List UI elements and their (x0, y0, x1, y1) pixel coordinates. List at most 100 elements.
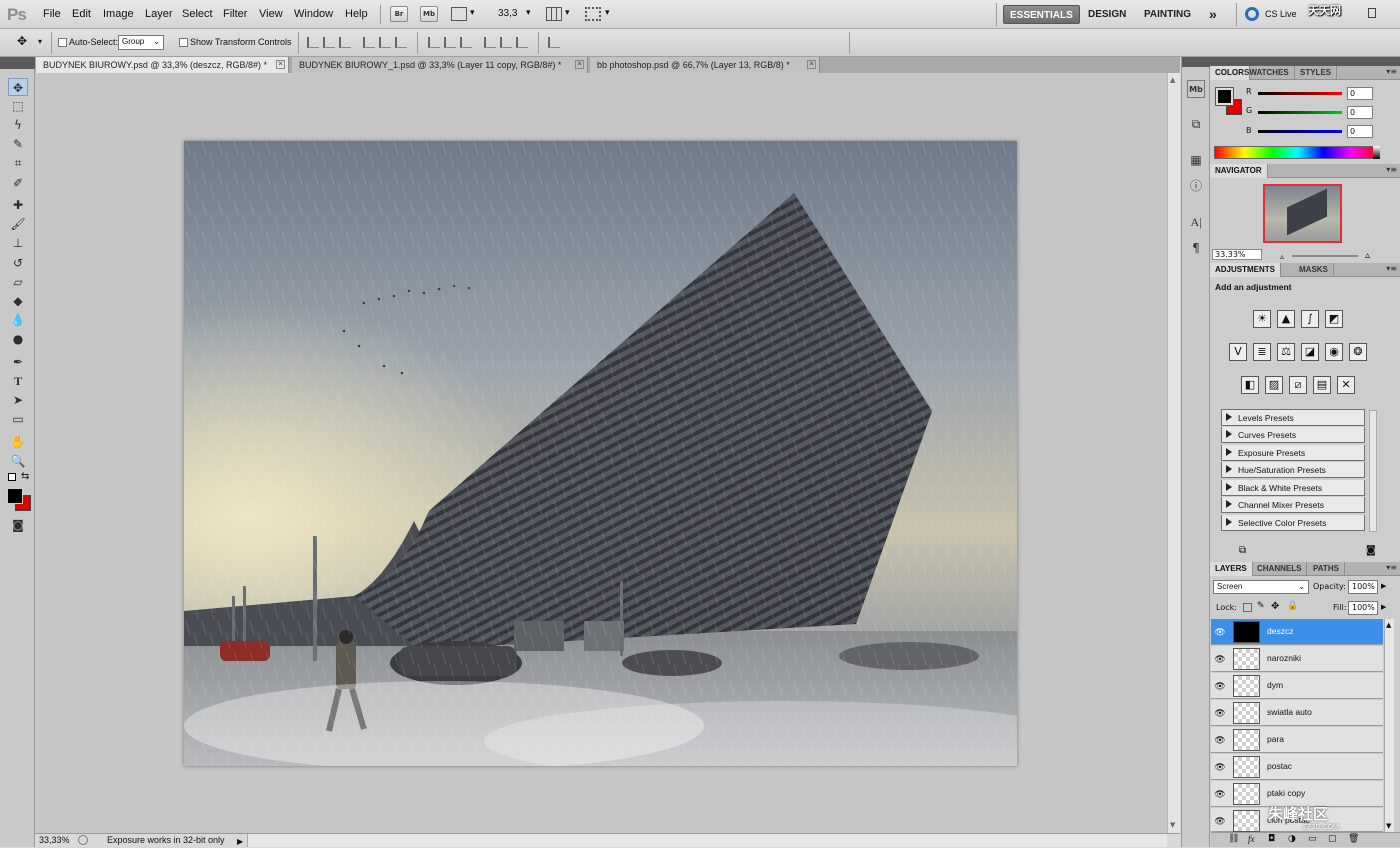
eye-icon[interactable]: 👁 (1214, 815, 1226, 827)
lock-image-icon[interactable]: ✎ (1257, 601, 1265, 611)
tab-paths[interactable]: PATHS (1308, 562, 1345, 576)
layer-row[interactable]: 👁 postac (1211, 754, 1383, 780)
blend-mode-dropdown[interactable]: Screen ⌄ (1213, 580, 1309, 594)
workspace-essentials[interactable]: ESSENTIALS (1003, 5, 1080, 24)
distribute-right-icon[interactable] (516, 37, 528, 48)
menu-window[interactable]: Window (294, 8, 333, 20)
layer-row[interactable]: 👁 dym (1211, 673, 1383, 699)
quick-mask-icon[interactable]: ◙ (8, 516, 28, 534)
channel-r-slider[interactable] (1258, 92, 1342, 95)
levels-icon[interactable]: ▲ (1277, 310, 1295, 328)
eye-icon[interactable]: 👁 (1214, 761, 1226, 773)
invert-icon[interactable]: ◧ (1241, 376, 1259, 394)
default-colors-icon[interactable] (8, 473, 16, 481)
workspace-design[interactable]: DESIGN (1082, 5, 1132, 24)
fill-arrow-icon[interactable]: ▶ (1381, 603, 1386, 611)
close-icon[interactable]: ✕ (575, 60, 584, 69)
vertical-scrollbar[interactable]: ▲ ▼ (1167, 73, 1180, 833)
show-transform-checkbox[interactable] (179, 38, 188, 47)
hand-tool-icon[interactable]: ✋ (8, 433, 28, 451)
lock-position-icon[interactable]: ✥ (1271, 601, 1279, 612)
zoom-tool-icon[interactable]: 🔍 (8, 452, 28, 470)
strip-header[interactable] (1182, 57, 1210, 67)
gradient-map-icon[interactable]: ▤ (1313, 376, 1331, 394)
swap-colors-icon[interactable]: ⇆ (21, 471, 29, 482)
path-selection-tool-icon[interactable]: ➤ (8, 391, 28, 409)
presets-scrollbar[interactable] (1369, 410, 1377, 532)
tab-navigator[interactable]: NAVIGATOR (1210, 164, 1268, 178)
healing-brush-tool-icon[interactable]: ✚ (8, 196, 28, 214)
link-layers-icon[interactable]: ⛓ (1228, 834, 1239, 844)
gradient-tool-icon[interactable]: ◆ (8, 292, 28, 310)
eye-icon[interactable]: 👁 (1214, 626, 1226, 638)
screen-mode-icon[interactable] (585, 7, 601, 21)
histogram-panel-icon[interactable]: ▦ (1187, 151, 1205, 169)
more-workspaces-icon[interactable]: » (1203, 5, 1223, 24)
color-spectrum-ramp[interactable] (1214, 146, 1380, 159)
preset-selective-color[interactable]: Selective Color Presets (1221, 515, 1365, 531)
distribute-vcenter-icon[interactable] (444, 37, 456, 48)
navigator-zoom-slider[interactable] (1292, 255, 1358, 257)
distribute-top-icon[interactable] (428, 37, 440, 48)
trash-icon[interactable]: 🗑 (1348, 834, 1359, 844)
blur-tool-icon[interactable]: 💧 (8, 311, 28, 329)
tab-masks[interactable]: MASKS (1294, 263, 1334, 277)
eye-icon[interactable]: 👁 (1214, 707, 1226, 719)
eye-icon[interactable]: 👁 (1214, 680, 1226, 692)
character-panel-icon[interactable]: A| (1187, 213, 1205, 231)
tab-bb-photoshop[interactable]: bb photoshop.psd @ 66,7% (Layer 13, RGB/… (590, 57, 820, 73)
new-adjustment-icon[interactable]: ◙ (1366, 545, 1376, 556)
hue-saturation-icon[interactable]: ≣ (1253, 343, 1271, 361)
fill-input[interactable]: 100% (1348, 601, 1378, 615)
align-left-icon[interactable] (363, 37, 375, 48)
history-brush-tool-icon[interactable]: ↺ (8, 254, 28, 272)
distribute-hcenter-icon[interactable] (500, 37, 512, 48)
brush-tool-icon[interactable]: 🖌 (8, 215, 28, 233)
align-hcenter-icon[interactable] (379, 37, 391, 48)
view-extras-icon[interactable] (451, 7, 467, 21)
color-fg-swatch[interactable] (1215, 87, 1234, 106)
cs-live-button[interactable]: CS Live (1265, 9, 1297, 19)
menu-help[interactable]: Help (345, 8, 368, 20)
tab-styles[interactable]: STYLES (1295, 66, 1338, 80)
new-layer-icon[interactable]: ▢ (1328, 834, 1337, 844)
move-tool-preset-icon[interactable]: ✥ (17, 34, 27, 48)
panel-menu-icon[interactable]: ▾≡ (1386, 67, 1397, 76)
tools-panel-header[interactable] (0, 57, 35, 69)
document-image[interactable] (184, 141, 1017, 766)
adjustment-layer-icon[interactable]: ◑ (1288, 834, 1296, 844)
eraser-tool-icon[interactable]: ▱ (8, 273, 28, 291)
panel-menu-icon[interactable]: ▾≡ (1386, 264, 1397, 273)
channel-r-input[interactable]: 0 (1347, 87, 1373, 100)
dodge-tool-icon[interactable]: ● (8, 330, 28, 348)
chevron-down-icon[interactable]: ▾ (470, 8, 475, 18)
status-zoom[interactable]: 33,33% (39, 834, 70, 847)
horizontal-scrollbar[interactable] (247, 834, 1167, 847)
eye-icon[interactable]: 👁 (1214, 788, 1226, 800)
navigator-thumbnail[interactable] (1263, 184, 1342, 243)
eyedropper-tool-icon[interactable]: ✐ (8, 174, 28, 192)
navigator-zoom-input[interactable]: 33.33% (1212, 249, 1262, 260)
scroll-down-icon[interactable]: ▼ (1170, 821, 1175, 829)
auto-select-checkbox[interactable] (58, 38, 67, 47)
clone-stamp-tool-icon[interactable]: ⊥ (8, 234, 28, 252)
add-mask-icon[interactable]: ◘ (1268, 834, 1275, 844)
opacity-arrow-icon[interactable]: ▶ (1381, 582, 1386, 590)
channel-b-slider[interactable] (1258, 130, 1342, 133)
menu-filter[interactable]: Filter (223, 8, 247, 20)
cs-live-icon[interactable] (1245, 7, 1259, 21)
layer-row[interactable]: 👁 para (1211, 727, 1383, 753)
history-panel-icon[interactable]: ⧉ (1187, 115, 1205, 133)
zoom-out-icon[interactable]: ▵ (1280, 252, 1284, 261)
chevron-down-icon[interactable]: ▾ (605, 8, 610, 18)
menu-layer[interactable]: Layer (145, 8, 173, 20)
quick-selection-tool-icon[interactable]: ✎ (8, 135, 28, 153)
channel-g-slider[interactable] (1258, 111, 1342, 114)
tab-budynek-biurowy-1[interactable]: BUDYNEK BIUROWY_1.psd @ 33,3% (Layer 11 … (292, 57, 588, 73)
panel-menu-icon[interactable]: ▾≡ (1386, 165, 1397, 174)
curves-icon[interactable]: ∫ (1301, 310, 1319, 328)
zoom-preview-icon[interactable] (78, 835, 88, 845)
close-icon[interactable]: ✕ (276, 60, 285, 69)
mini-bridge-panel-icon[interactable]: Mb (1187, 80, 1205, 98)
clip-to-layer-icon[interactable]: ⧉ (1239, 545, 1246, 556)
